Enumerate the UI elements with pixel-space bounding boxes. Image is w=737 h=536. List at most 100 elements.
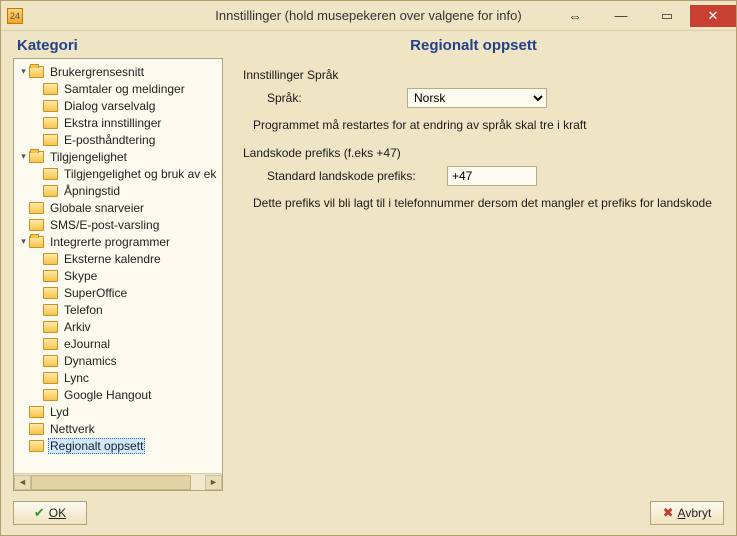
- folder-icon: [29, 219, 44, 231]
- ok-button-label: OK: [49, 506, 66, 520]
- tree-item-label: Telefon: [62, 303, 105, 317]
- tree-item-label: Eksterne kalendre: [62, 252, 163, 266]
- tree-item[interactable]: ▾ Tilgjengelighet: [16, 148, 220, 165]
- folder-icon: [29, 423, 44, 435]
- tree-item-label: SuperOffice: [62, 286, 129, 300]
- tree-item[interactable]: Telefon: [16, 301, 220, 318]
- tree-item[interactable]: eJournal: [16, 335, 220, 352]
- cancel-button-label: Avbryt: [678, 506, 712, 520]
- collapse-icon[interactable]: ▾: [18, 151, 29, 162]
- folder-icon: [43, 389, 58, 401]
- scroll-left-icon[interactable]: ◄: [14, 475, 31, 490]
- prefix-section-title: Landskode prefiks (f.eks +47): [243, 146, 716, 160]
- folder-icon: [43, 117, 58, 129]
- folder-icon: [43, 355, 58, 367]
- tree-item-label: Nettverk: [48, 422, 97, 436]
- cross-icon: ✖: [663, 505, 674, 521]
- tree-item-label: E-posthåndtering: [62, 133, 157, 147]
- tree-item-label: Ekstra innstillinger: [62, 116, 163, 130]
- tree-item[interactable]: Eksterne kalendre: [16, 250, 220, 267]
- tree-item-selected[interactable]: Regionalt oppsett: [16, 437, 220, 454]
- tree-item[interactable]: Skype: [16, 267, 220, 284]
- category-heading: Kategori: [13, 37, 223, 58]
- language-hint: Programmet må restartes for at endring a…: [253, 118, 716, 132]
- tree-item-label: Skype: [62, 269, 99, 283]
- tree-item[interactable]: SuperOffice: [16, 284, 220, 301]
- tree-item-label: Arkiv: [62, 320, 93, 334]
- category-tree[interactable]: ▾Brukergrensesnitt Samtaler og meldinger D…: [14, 59, 222, 473]
- tree-item[interactable]: Dynamics: [16, 352, 220, 369]
- folder-icon: [43, 338, 58, 350]
- folder-icon: [43, 270, 58, 282]
- resize-handle-icon[interactable]: ⇔: [552, 5, 598, 27]
- language-select[interactable]: Norsk: [407, 88, 547, 108]
- tree-item-label: Lyd: [48, 405, 71, 419]
- tree-item[interactable]: E-posthåndtering: [16, 131, 220, 148]
- folder-icon: [29, 236, 44, 248]
- tree-item[interactable]: Lync: [16, 369, 220, 386]
- folder-icon: [43, 134, 58, 146]
- tree-item[interactable]: Samtaler og meldinger: [16, 80, 220, 97]
- prefix-input[interactable]: [447, 166, 537, 186]
- folder-icon: [29, 151, 44, 163]
- tree-item-label: Tilgjengelighet: [48, 150, 129, 164]
- tree-item-label: SMS/E-post-varsling: [48, 218, 161, 232]
- tree-item[interactable]: Dialog varselvalg: [16, 97, 220, 114]
- folder-icon: [43, 287, 58, 299]
- tree-item[interactable]: Ekstra innstillinger: [16, 114, 220, 131]
- tree-item-label: Regionalt oppsett: [48, 438, 145, 454]
- tree-item-label: eJournal: [62, 337, 112, 351]
- tree-item[interactable]: Globale snarveier: [16, 199, 220, 216]
- tree-item[interactable]: Tilgjengelighet og bruk av ek: [16, 165, 220, 182]
- category-tree-panel: ▾Brukergrensesnitt Samtaler og meldinger D…: [13, 58, 223, 491]
- collapse-icon[interactable]: ▾: [18, 236, 29, 247]
- tree-item-label: Tilgjengelighet og bruk av ek: [62, 167, 218, 181]
- collapse-icon[interactable]: ▾: [18, 66, 29, 77]
- tree-item-label: Samtaler og meldinger: [62, 82, 187, 96]
- tree-item[interactable]: SMS/E-post-varsling: [16, 216, 220, 233]
- language-section-title: Innstillinger Språk: [243, 68, 716, 82]
- minimize-button[interactable]: —: [598, 5, 644, 27]
- language-label: Språk:: [267, 91, 407, 105]
- tree-item[interactable]: ▾Brukergrensesnitt: [16, 63, 220, 80]
- folder-icon: [43, 372, 58, 384]
- check-icon: ✔: [34, 505, 45, 521]
- folder-icon: [43, 253, 58, 265]
- tree-item-label: Lync: [62, 371, 91, 385]
- folder-icon: [43, 168, 58, 180]
- folder-icon: [29, 440, 44, 452]
- tree-item[interactable]: Arkiv: [16, 318, 220, 335]
- folder-icon: [43, 304, 58, 316]
- settings-panel: Innstillinger Språk Språk: Norsk Program…: [235, 58, 724, 491]
- folder-icon: [43, 185, 58, 197]
- tree-item-label: Dialog varselvalg: [62, 99, 157, 113]
- scroll-thumb[interactable]: [31, 475, 191, 490]
- tree-item[interactable]: ▾ Integrerte programmer: [16, 233, 220, 250]
- tree-item-label: Dynamics: [62, 354, 119, 368]
- tree-horizontal-scrollbar[interactable]: ◄ ►: [14, 473, 222, 490]
- folder-icon: [29, 202, 44, 214]
- prefix-hint: Dette prefiks vil bli lagt til i telefon…: [253, 196, 716, 210]
- tree-item[interactable]: Åpningstid: [16, 182, 220, 199]
- scroll-track[interactable]: [31, 475, 205, 490]
- panel-heading: Regionalt oppsett: [223, 37, 724, 58]
- tree-item[interactable]: Lyd: [16, 403, 220, 420]
- tree-item-label: Integrerte programmer: [48, 235, 172, 249]
- close-button[interactable]: ✕: [690, 5, 736, 27]
- folder-icon: [43, 83, 58, 95]
- cancel-button[interactable]: ✖ Avbryt: [650, 501, 724, 525]
- prefix-label: Standard landskode prefiks:: [267, 169, 447, 183]
- settings-window: 24 Innstillinger (hold musepekeren over …: [0, 0, 737, 536]
- tree-item-label: Globale snarveier: [48, 201, 146, 215]
- ok-button[interactable]: ✔ OK: [13, 501, 87, 525]
- folder-icon: [29, 406, 44, 418]
- app-icon: 24: [7, 8, 23, 24]
- tree-item-label: Google Hangout: [62, 388, 153, 402]
- tree-item[interactable]: Nettverk: [16, 420, 220, 437]
- maximize-button[interactable]: ▭: [644, 5, 690, 27]
- folder-icon: [29, 66, 44, 78]
- folder-icon: [43, 321, 58, 333]
- scroll-right-icon[interactable]: ►: [205, 475, 222, 490]
- tree-item[interactable]: Google Hangout: [16, 386, 220, 403]
- titlebar[interactable]: 24 Innstillinger (hold musepekeren over …: [1, 1, 736, 31]
